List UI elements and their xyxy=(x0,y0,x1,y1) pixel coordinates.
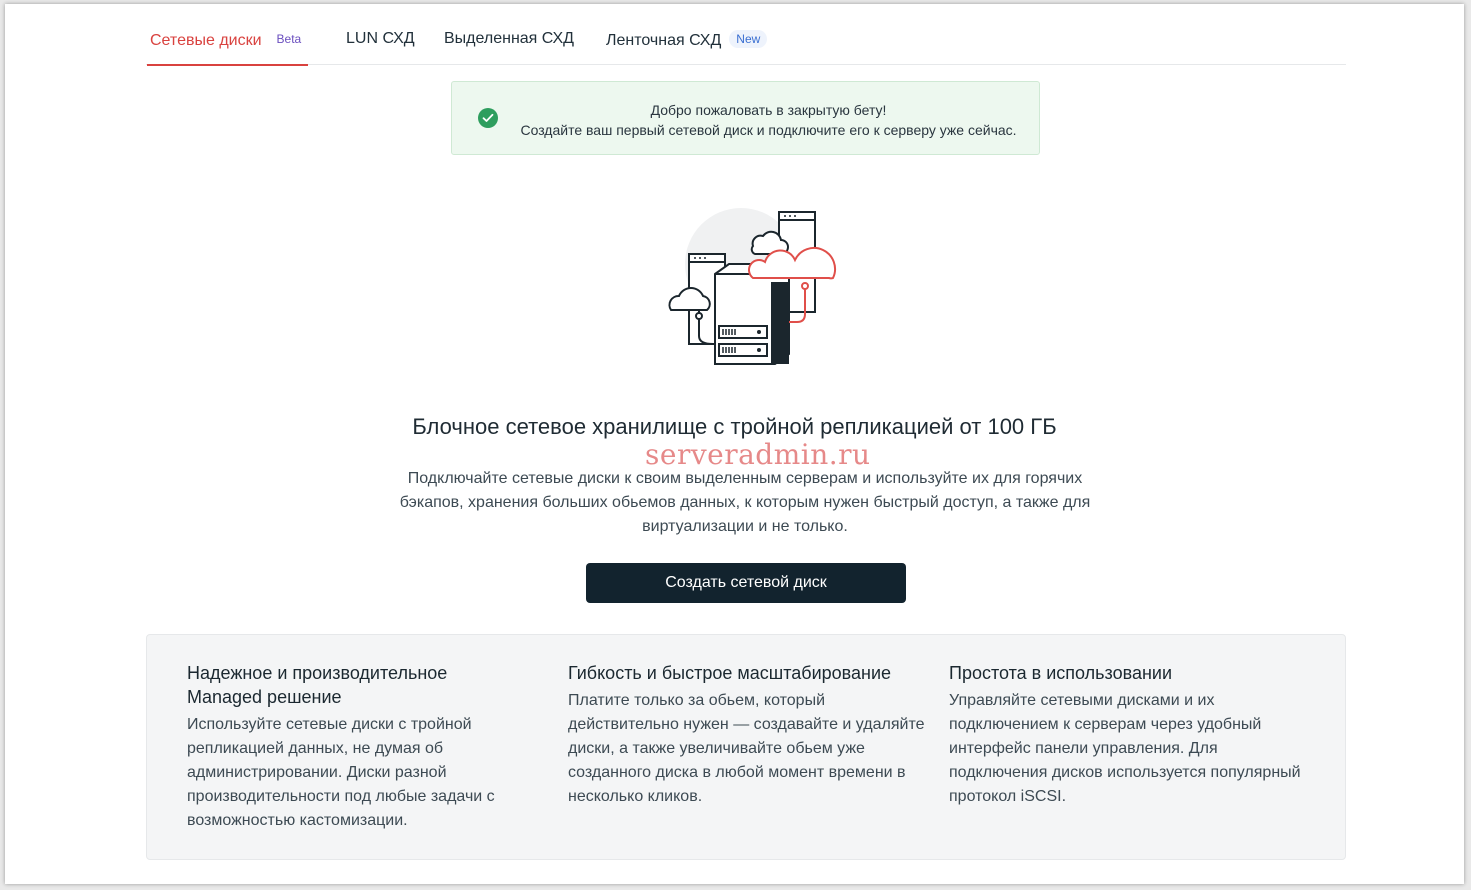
tab-label: Ленточная СХД xyxy=(606,32,722,49)
feature-title: Простота в использовании xyxy=(949,663,1173,683)
tab-tape-storage[interactable]: Ленточная СХД New xyxy=(606,30,768,65)
tab-lun-storage[interactable]: LUN СХД xyxy=(346,30,415,65)
feature-scaling: Гибкость и быстрое масштабирование Плати… xyxy=(568,661,924,809)
tab-dedicated-storage[interactable]: Выделенная СХД xyxy=(444,30,574,65)
tab-label: Сетевые диски xyxy=(150,32,262,49)
welcome-alert: Добро пожаловать в закрытую бету! Создай… xyxy=(451,81,1040,155)
create-network-disk-button[interactable]: Создать сетевой диск xyxy=(586,563,906,603)
storage-illustration xyxy=(659,206,837,366)
hero-title: Блочное сетевое хранилище с тройной репл… xyxy=(412,414,1057,439)
check-circle-icon xyxy=(478,108,498,128)
page-frame: Сетевые диски Beta LUN СХД Выделенная СХД… xyxy=(5,4,1464,884)
feature-text: Платите только за обьем, который действи… xyxy=(568,692,925,805)
tab-label: Выделенная СХД xyxy=(444,30,574,47)
tab-label: LUN СХД xyxy=(346,30,415,47)
alert-message: Добро пожаловать в закрытую бету! Создай… xyxy=(512,100,1025,140)
hero-description: Подключайте сетевые диски к своим выделе… xyxy=(399,470,1091,535)
alert-line-2: Создайте ваш первый сетевой диск и подкл… xyxy=(520,122,1017,138)
feature-reliable: Надежное и производительное Managed реше… xyxy=(187,661,517,833)
feature-text: Используйте сетевые диски с тройной репл… xyxy=(187,716,495,829)
tab-bar: Сетевые диски Beta LUN СХД Выделенная СХД… xyxy=(146,4,1346,66)
features-panel: Надежное и производительное Managed реше… xyxy=(146,634,1346,860)
feature-simplicity: Простота в использовании Управляйте сете… xyxy=(949,661,1314,809)
beta-badge: Beta xyxy=(276,32,302,46)
new-badge: New xyxy=(729,30,768,48)
feature-title: Надежное и производительное Managed реше… xyxy=(187,663,448,707)
tab-network-disks[interactable]: Сетевые диски Beta xyxy=(146,30,309,66)
feature-title: Гибкость и быстрое масштабирование xyxy=(568,663,892,683)
alert-line-1: Добро пожаловать в закрытую бету! xyxy=(650,102,887,118)
feature-text: Управляйте сетевыми дисками и их подключ… xyxy=(949,692,1301,805)
